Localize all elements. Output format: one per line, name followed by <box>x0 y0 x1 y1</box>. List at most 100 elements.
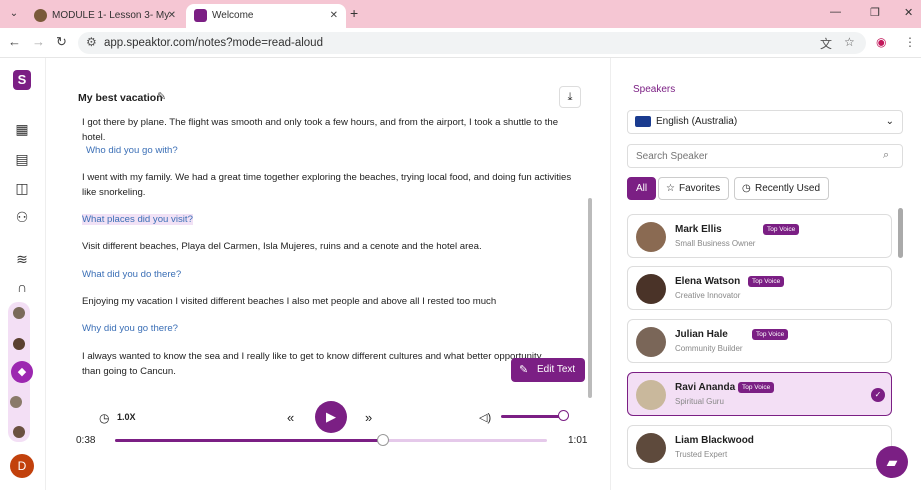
current-time: 0:38 <box>76 435 96 446</box>
bookmark-star-icon[interactable]: ☆ <box>844 35 855 49</box>
url-text: app.speaktor.com/notes?mode=read-aloud <box>104 37 323 49</box>
top-voice-badge: Top Voice <box>738 382 775 393</box>
paragraph: I got there by plane. The flight was smo… <box>82 117 559 143</box>
tab-close-icon[interactable]: ✕ <box>330 4 338 28</box>
document-icon[interactable]: ▤ <box>13 150 31 168</box>
rewind-icon[interactable]: « <box>287 410 294 425</box>
play-button[interactable]: ▶ <box>315 401 347 433</box>
top-voice-badge: Top Voice <box>763 224 800 235</box>
speaker-role: Spiritual Guru <box>675 397 724 406</box>
search-icon[interactable]: ⌕ <box>883 149 889 162</box>
pencil-icon: ✎ <box>519 364 529 376</box>
back-icon[interactable]: ← <box>8 34 21 49</box>
question-line: Who did you go with? <box>86 145 178 156</box>
speaker-role: Small Business Owner <box>675 239 756 248</box>
speaker-avatar <box>636 327 666 357</box>
clock-icon: ◷ <box>742 183 751 194</box>
browser-tab-strip: ⌄ MODULE 1- Lesson 3- My Celp ✕ Welcome … <box>0 0 921 45</box>
voice-avatar[interactable] <box>13 426 25 438</box>
chat-button[interactable]: ▰ <box>876 446 908 478</box>
minimize-icon[interactable]: — <box>830 6 841 18</box>
question-line: What did you do there? <box>82 269 182 280</box>
headset-icon[interactable]: ∩ <box>13 278 31 296</box>
download-button[interactable]: ⤓ <box>559 86 581 108</box>
browser-tab-module[interactable]: MODULE 1- Lesson 3- My Celp ✕ <box>26 4 184 45</box>
language-select[interactable]: English (Australia) ⌄ <box>627 110 903 134</box>
speaktor-favicon-icon <box>194 9 207 22</box>
edit-text-label: Edit Text <box>537 364 576 375</box>
speed-gauge-icon[interactable]: ◷ <box>99 411 109 425</box>
forward-icon[interactable]: » <box>365 410 372 425</box>
edit-text-button[interactable]: ✎ Edit Text <box>511 358 585 382</box>
voice-avatar[interactable] <box>13 307 25 319</box>
document-title: My best vacation <box>78 92 163 104</box>
play-icon: ▶ <box>326 409 336 424</box>
audio-player: ◷ 1.0X « ▶ » ◁) 0:38 1:01 <box>47 398 609 458</box>
url-field[interactable]: ⚙ app.speaktor.com/notes?mode=read-aloud… <box>78 32 866 54</box>
question-line: Why did you go there? <box>82 323 178 334</box>
speaker-card[interactable]: Mark Ellis Small Business Owner Top Voic… <box>627 214 892 258</box>
tab-label: Welcome <box>212 10 254 21</box>
speaker-name: Elena Watson <box>675 276 741 287</box>
edit-title-icon[interactable]: ✎ <box>157 90 166 103</box>
filter-label: Favorites <box>679 183 721 194</box>
editor-scrollbar[interactable] <box>588 198 592 398</box>
speaker-avatar <box>636 222 666 252</box>
address-bar-row: ← → ↻ ⚙ app.speaktor.com/notes?mode=read… <box>0 28 921 58</box>
module-favicon-icon <box>34 9 47 22</box>
premium-gem-icon[interactable]: ◆ <box>11 361 33 383</box>
speaker-name: Mark Ellis <box>675 224 722 235</box>
speaker-name: Liam Blackwood <box>675 435 754 446</box>
paragraph: Enjoying my vacation I visited different… <box>82 296 497 307</box>
speaker-avatar <box>636 274 666 304</box>
speaktor-logo[interactable]: S <box>13 70 31 90</box>
user-avatar[interactable]: D <box>10 454 34 478</box>
volume-handle[interactable] <box>558 410 569 421</box>
speaker-card[interactable]: Julian Hale Community Builder Top Voice <box>627 319 892 363</box>
browser-tab-welcome[interactable]: Welcome ✕ <box>186 4 346 28</box>
volume-icon[interactable]: ◁) <box>479 411 491 424</box>
volume-slider[interactable] <box>501 415 563 418</box>
tab-close-icon[interactable]: ✕ <box>168 4 176 28</box>
star-icon: ☆ <box>666 183 675 194</box>
speaker-card-selected[interactable]: Ravi Ananda Spiritual Guru Top Voice ✓ <box>627 372 892 416</box>
progress-handle[interactable] <box>376 434 389 446</box>
voice-avatar[interactable] <box>10 396 22 408</box>
tab-search-icon[interactable]: ⌄ <box>6 6 22 22</box>
australia-flag-icon <box>635 116 651 127</box>
gift-icon[interactable]: ◫ <box>13 179 31 197</box>
users-icon[interactable]: ⚇ <box>13 208 31 226</box>
menu-dots-icon[interactable]: ⋮ <box>904 35 916 49</box>
speaker-card[interactable]: Liam Blackwood Trusted Expert <box>627 425 892 469</box>
speaker-card[interactable]: Elena Watson Creative Innovator Top Voic… <box>627 266 892 310</box>
restore-icon[interactable]: ❐ <box>870 6 880 19</box>
download-icon: ⤓ <box>567 91 573 103</box>
filter-recently-used[interactable]: ◷ Recently Used <box>734 177 830 200</box>
translate-icon[interactable]: 文 <box>820 35 832 52</box>
speaker-name: Ravi Ananda <box>675 382 736 393</box>
dashboard-icon[interactable]: ▦ <box>13 120 31 138</box>
speaker-role: Community Builder <box>675 344 743 353</box>
forward-icon[interactable]: → <box>32 34 45 49</box>
filter-favorites[interactable]: ☆ Favorites <box>658 177 730 200</box>
site-info-icon[interactable]: ⚙ <box>86 35 97 49</box>
speaker-role: Creative Innovator <box>675 291 741 300</box>
new-tab-button[interactable]: + <box>350 5 358 21</box>
speaker-avatar <box>636 433 666 463</box>
playback-speed[interactable]: 1.0X <box>117 412 136 422</box>
audio-wave-icon[interactable]: ≋ <box>13 250 31 268</box>
app-sidebar: S ▦ ▤ ◫ ⚇ ≋ ∩ ◆ D <box>0 58 46 490</box>
reload-icon[interactable]: ↻ <box>56 34 67 50</box>
paragraph: I always wanted to know the sea and I re… <box>82 351 542 377</box>
voice-avatar[interactable] <box>13 338 25 350</box>
speaker-avatar <box>636 380 666 410</box>
close-window-icon[interactable]: ✕ <box>904 6 913 19</box>
paragraph: Visit different beaches, Playa del Carme… <box>82 241 482 252</box>
profile-icon[interactable]: ◉ <box>876 35 886 49</box>
search-speaker-input[interactable] <box>627 144 903 168</box>
filter-all[interactable]: All <box>627 177 657 200</box>
note-editor: My best vacation ✎ ⤓ I got there by plan… <box>47 58 609 490</box>
speakers-scrollbar[interactable] <box>898 208 903 258</box>
speakers-heading: Speakers <box>633 84 676 95</box>
filter-label: Recently Used <box>755 183 821 194</box>
